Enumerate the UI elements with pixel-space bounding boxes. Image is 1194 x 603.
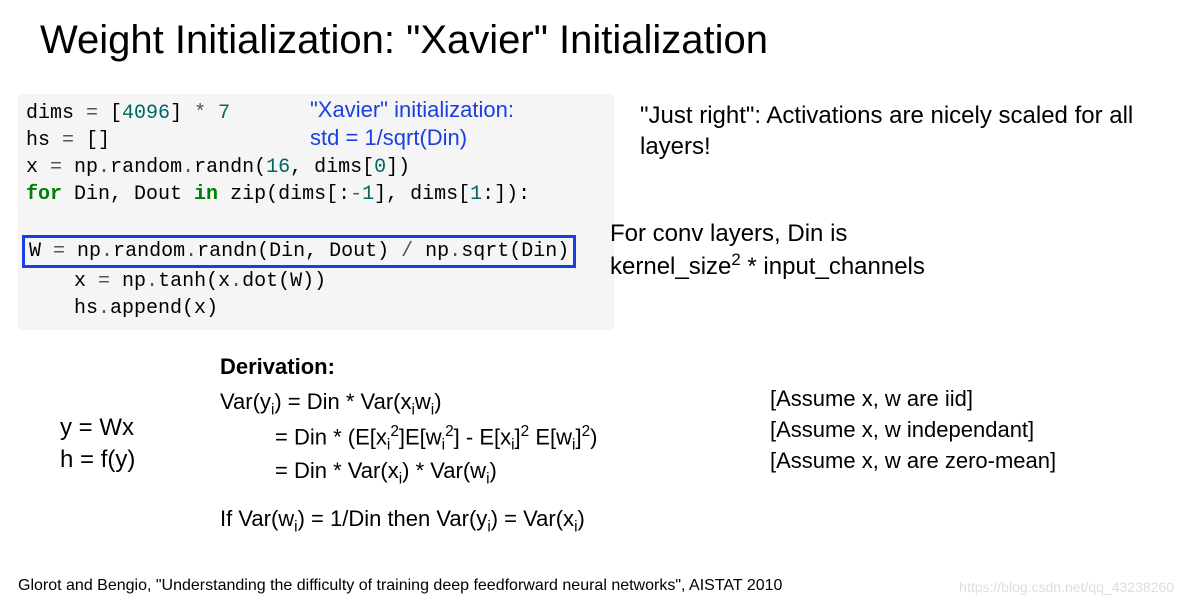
derivation-row-1: Var(yi) = Din * Var(xiwi) bbox=[220, 387, 597, 421]
xavier-line1: "Xavier" initialization: bbox=[310, 96, 514, 124]
derivation-block: Derivation: Var(yi) = Din * Var(xiwi) = … bbox=[220, 352, 597, 538]
derivation-row-3: = Din * Var(xi) * Var(wi) bbox=[220, 456, 597, 490]
derivation-heading: Derivation: bbox=[220, 352, 597, 383]
highlight-box: W = np.random.randn(Din, Dout) / np.sqrt… bbox=[22, 235, 576, 268]
code-line-3: x = np.random.randn(16, dims[0]) bbox=[26, 154, 606, 181]
derivation-conclusion: If Var(wi) = 1/Din then Var(yi) = Var(xi… bbox=[220, 504, 597, 538]
assumptions-column: [Assume x, w are iid] [Assume x, w indep… bbox=[770, 384, 1056, 476]
assumption-2: [Assume x, w independant] bbox=[770, 415, 1056, 446]
code-line-6: x = np.tanh(x.dot(W)) bbox=[26, 268, 606, 295]
eq-y: y = Wx bbox=[60, 412, 135, 444]
superscript-2: 2 bbox=[731, 250, 740, 269]
code-line-7: hs.append(x) bbox=[26, 295, 606, 322]
assumption-1: [Assume x, w are iid] bbox=[770, 384, 1056, 415]
slide-title: Weight Initialization: "Xavier" Initiali… bbox=[0, 0, 1194, 63]
code-line-5-highlighted: W = np.random.randn(Din, Dout) / np.sqrt… bbox=[26, 208, 606, 268]
citation: Glorot and Bengio, "Understanding the di… bbox=[18, 577, 782, 595]
note-just-right: "Just right": Activations are nicely sca… bbox=[640, 100, 1194, 162]
assumption-3: [Assume x, w are zero-mean] bbox=[770, 446, 1056, 477]
note-conv-layers: For conv layers, Din is kernel_size2 * i… bbox=[610, 218, 925, 282]
xavier-annotation: "Xavier" initialization: std = 1/sqrt(Di… bbox=[310, 96, 514, 151]
code-line-4: for Din, Dout in zip(dims[:-1], dims[1:]… bbox=[26, 181, 606, 208]
equations-left: y = Wx h = f(y) bbox=[60, 412, 135, 477]
xavier-line2: std = 1/sqrt(Din) bbox=[310, 124, 514, 152]
watermark: https://blog.csdn.net/qq_43238260 bbox=[959, 579, 1174, 595]
derivation-row-2: = Din * (E[xi2]E[wi2] - E[xi]2 E[wi]2) bbox=[220, 421, 597, 456]
eq-h: h = f(y) bbox=[60, 444, 135, 476]
